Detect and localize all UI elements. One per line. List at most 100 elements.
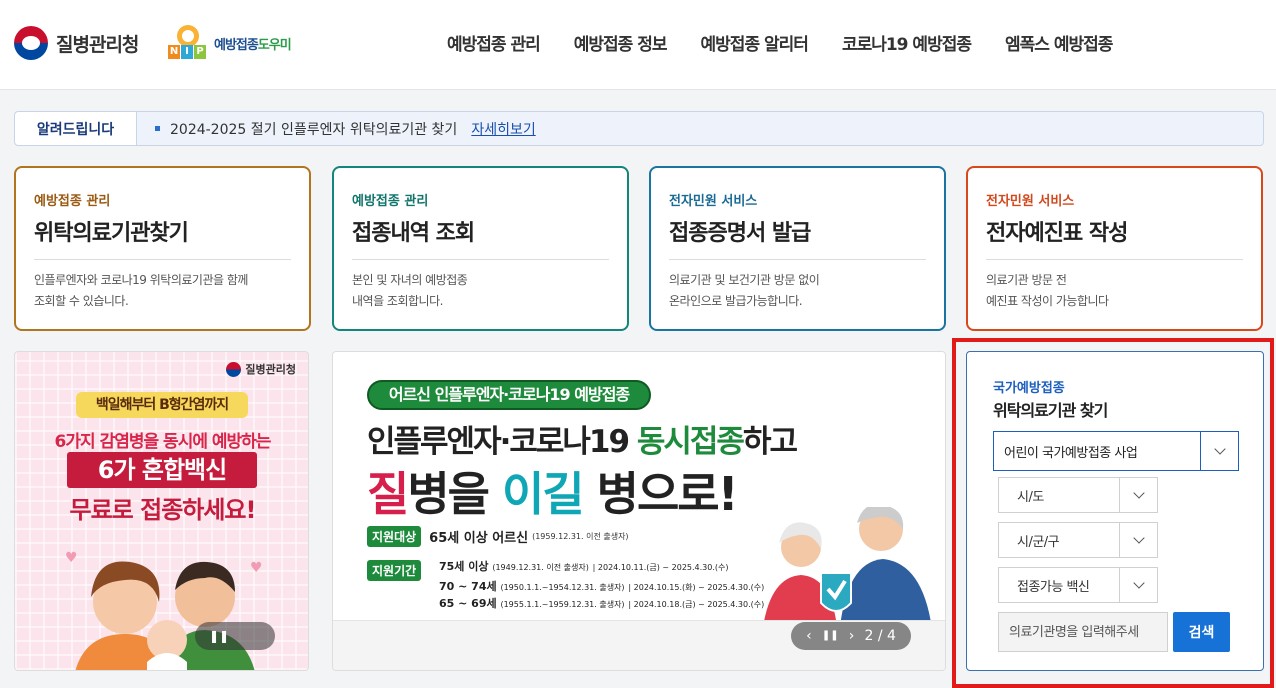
card-desc-line: 인플루엔자와 코로나19 위탁의료기관을 함께 xyxy=(34,273,248,287)
sido-select[interactable]: 시/도 xyxy=(998,477,1158,513)
chevron-down-icon[interactable] xyxy=(1119,478,1157,512)
nip-letter: P xyxy=(194,45,206,59)
slogan-part: 질 xyxy=(367,467,409,521)
period-tag: 지원기간 xyxy=(367,560,422,581)
kdca-logo-text: 질병관리청 xyxy=(56,33,139,56)
card-desc-line: 예진표 작성이 가능합니다 xyxy=(986,294,1109,308)
nip-letter: N xyxy=(168,45,180,59)
svg-text:♥: ♥ xyxy=(250,560,263,576)
svg-text:♥: ♥ xyxy=(65,550,78,566)
nip-logo-text: 예방접종도우미 xyxy=(214,34,292,53)
schedule-age: 65 ~ 69세 xyxy=(439,597,497,610)
nav-item-vaccination-info[interactable]: 예방접종 정보 xyxy=(557,30,684,55)
notice-text[interactable]: 2024-2025 절기 인플루엔자 위탁의료기관 찾기 xyxy=(170,119,457,139)
banner-headline-cta: 무료로 접종하세요! xyxy=(69,496,257,524)
slogan-part: 이길 xyxy=(501,467,585,521)
vaccine-select-value: 접종가능 백신 xyxy=(1017,579,1090,595)
sigungu-select-value: 시/군/구 xyxy=(1017,534,1060,550)
site-header: 질병관리청 N I P 예방접종도우미 예방접종 관리 예방접종 정보 예방접종… xyxy=(0,0,1276,90)
card-title: 접종증명서 발급 xyxy=(669,215,926,260)
chevron-down-icon[interactable] xyxy=(1119,568,1157,602)
clinic-name-input[interactable] xyxy=(998,612,1168,652)
kdca-emblem-icon xyxy=(14,26,48,60)
hexavalent-vaccine-banner[interactable]: 질병관리청 백일해부터 B형간염까지 6가지 감염병을 동시에 예방하는 6가 … xyxy=(14,351,309,671)
card-desc-line: 의료기관 및 보건기관 방문 없이 xyxy=(669,273,820,287)
headline-highlight: 동시접종 xyxy=(636,424,745,460)
card-title: 접종내역 조회 xyxy=(352,215,609,260)
carousel-prev-icon[interactable]: ‹ xyxy=(806,622,812,650)
card-e-questionnaire[interactable]: 전자민원 서비스 전자예진표 작성 의료기관 방문 전 예진표 작성이 가능합니… xyxy=(966,166,1263,331)
chevron-down-icon[interactable] xyxy=(1200,432,1238,470)
clinic-search-panel: 국가예방접종 위탁의료기관 찾기 어린이 국가예방접종 사업 시/도 시/군/구… xyxy=(966,351,1264,671)
card-category: 전자민원 서비스 xyxy=(669,194,758,209)
card-title: 위탁의료기관찾기 xyxy=(34,215,291,260)
carousel-next-icon[interactable]: › xyxy=(849,622,855,650)
target-tag: 지원대상 xyxy=(367,526,422,547)
banner-pill: 어르신 인플루엔자·코로나19 예방접종 xyxy=(367,380,651,410)
card-category: 예방접종 관리 xyxy=(352,194,429,209)
banner-logo-text: 질병관리청 xyxy=(245,363,296,376)
nav-item-vaccination-management[interactable]: 예방접종 관리 xyxy=(430,30,557,55)
support-target-row: 지원대상 65세 이상 어르신 (1959.12.31. 이전 출생자) xyxy=(367,526,629,547)
nip-sun-icon: N I P xyxy=(168,25,208,61)
card-desc-line: 본인 및 자녀의 예방접종 xyxy=(352,273,468,287)
target-main: 65세 이상 어르신 xyxy=(429,531,529,546)
program-select[interactable]: 어린이 국가예방접종 사업 xyxy=(993,431,1239,471)
schedule-age: 75세 이상 xyxy=(439,560,489,573)
support-period-row: 지원기간 xyxy=(367,560,429,581)
schedule-age: 70 ~ 74세 xyxy=(439,580,497,593)
notice-bar: 알려드립니다 2024-2025 절기 인플루엔자 위탁의료기관 찾기 자세히보… xyxy=(14,111,1264,146)
main-nav: 예방접종 관리 예방접종 정보 예방접종 알리터 코로나19 예방접종 엠폭스 … xyxy=(430,30,1129,55)
kdca-emblem-icon xyxy=(226,361,242,377)
nip-letter: I xyxy=(181,45,193,59)
sigungu-select[interactable]: 시/군/구 xyxy=(998,522,1158,558)
headline-part: 인플루엔자·코로나19 xyxy=(367,424,637,460)
banner-headline-highlight: 6가 혼합백신 xyxy=(67,452,257,488)
program-select-value: 어린이 국가예방접종 사업 xyxy=(1004,445,1138,461)
banner-slogan: 질병을 이길 병으로! xyxy=(367,458,739,524)
card-desc-line: 조회할 수 있습니다. xyxy=(34,294,129,308)
banner-kdca-logo: 질병관리청 xyxy=(226,361,296,377)
card-description: 인플루엔자와 코로나19 위탁의료기관을 함께 조회할 수 있습니다. xyxy=(34,270,291,312)
schedule-sub: (1949.12.31. 이전 출생자) xyxy=(492,563,589,572)
banner-pill: 백일해부터 B형간염까지 xyxy=(76,392,248,418)
schedule-sub: (1955.1.1.~1959.12.31. 출생자) xyxy=(500,600,625,609)
nav-item-vaccination-alert[interactable]: 예방접종 알리터 xyxy=(684,30,825,55)
kdca-logo[interactable]: 질병관리청 xyxy=(14,26,139,60)
panel-subtitle: 국가예방접종 xyxy=(993,381,1065,396)
nip-text-accent: 도우미 xyxy=(257,37,292,53)
card-category: 예방접종 관리 xyxy=(34,194,111,209)
nav-item-mpox[interactable]: 엠폭스 예방접종 xyxy=(988,30,1129,55)
family-illustration: ♥ ♥ xyxy=(65,550,263,670)
card-vaccination-history[interactable]: 예방접종 관리 접종내역 조회 본인 및 자녀의 예방접종 내역을 조회합니다. xyxy=(332,166,629,331)
nip-logo[interactable]: N I P 예방접종도우미 xyxy=(168,25,292,61)
target-sub: (1959.12.31. 이전 출생자) xyxy=(532,532,629,541)
banner-pause-button[interactable]: ❚❚ xyxy=(195,622,275,650)
panel-title: 위탁의료기관 찾기 xyxy=(993,401,1108,420)
carousel-pause-icon[interactable]: ❚❚ xyxy=(822,622,839,650)
sido-select-value: 시/도 xyxy=(1017,489,1044,505)
card-description: 본인 및 자녀의 예방접종 내역을 조회합니다. xyxy=(352,270,609,312)
schedule-row: 75세 이상 (1949.12.31. 이전 출생자) | 2024.10.11… xyxy=(439,558,729,574)
card-certificate-issue[interactable]: 전자민원 서비스 접종증명서 발급 의료기관 및 보건기관 방문 없이 온라인으… xyxy=(649,166,946,331)
card-description: 의료기관 및 보건기관 방문 없이 온라인으로 발급가능합니다. xyxy=(669,270,926,312)
banner-headline: 인플루엔자·코로나19 동시접종하고 xyxy=(367,416,798,461)
search-button[interactable]: 검색 xyxy=(1173,612,1230,652)
vaccine-select[interactable]: 접종가능 백신 xyxy=(998,567,1158,603)
chevron-down-icon[interactable] xyxy=(1119,523,1157,557)
carousel-controls: ‹ ❚❚ › 2 / 4 xyxy=(791,622,911,650)
notice-more-link[interactable]: 자세히보기 xyxy=(471,119,535,139)
bullet-icon xyxy=(155,126,160,131)
flu-covid-banner[interactable]: 어르신 인플루엔자·코로나19 예방접종 인플루엔자·코로나19 동시접종하고 … xyxy=(332,351,946,671)
card-desc-line: 내역을 조회합니다. xyxy=(352,294,443,308)
banner-headline: 6가지 감염병을 동시에 예방하는 xyxy=(54,432,272,452)
schedule-row: 70 ~ 74세 (1950.1.1.~1954.12.31. 출생자) | 2… xyxy=(439,578,764,594)
headline-part: 하고 xyxy=(742,424,798,460)
card-find-clinic[interactable]: 예방접종 관리 위탁의료기관찾기 인플루엔자와 코로나19 위탁의료기관을 함께… xyxy=(14,166,311,331)
schedule-row: 65 ~ 69세 (1955.1.1.~1959.12.31. 출생자) | 2… xyxy=(439,595,764,611)
schedule-period: | 2024.10.11.(금) ~ 2025.4.30.(수) xyxy=(592,563,729,572)
nav-item-covid19[interactable]: 코로나19 예방접종 xyxy=(825,30,988,55)
carousel-page-indicator: 2 / 4 xyxy=(864,628,896,644)
card-desc-line: 온라인으로 발급가능합니다. xyxy=(669,294,803,308)
schedule-sub: (1950.1.1.~1954.12.31. 출생자) xyxy=(500,583,625,592)
